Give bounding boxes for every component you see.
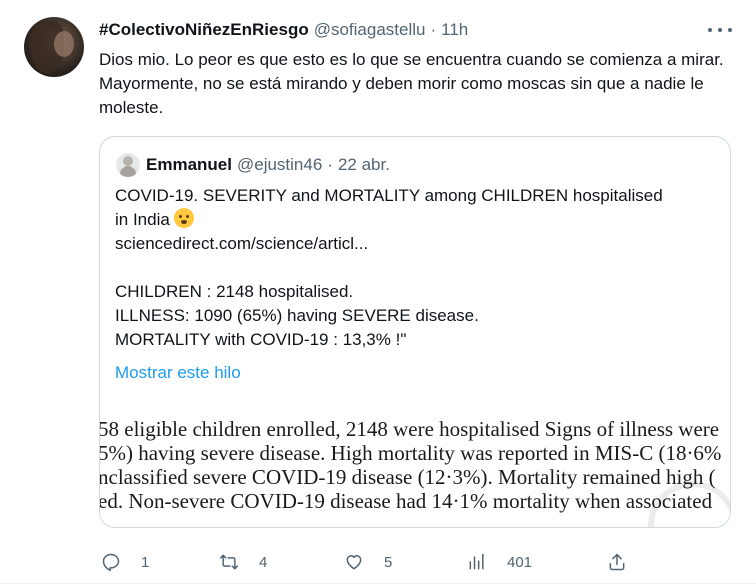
- quoted-line: COVID-19. SEVERITY and MORTALITY among C…: [115, 186, 663, 205]
- like-button[interactable]: 5: [344, 548, 392, 576]
- views-button[interactable]: 401: [467, 548, 532, 576]
- reply-count: 1: [141, 553, 150, 571]
- more-options-icon[interactable]: [708, 22, 732, 38]
- action-bar: 1 4 5 401: [99, 548, 739, 576]
- display-name[interactable]: #ColectivoNiñezEnRiesgo: [99, 20, 309, 40]
- quoted-timestamp: 22 abr.: [337, 155, 390, 174]
- quoted-handle: @ejustin46: [236, 155, 323, 174]
- quoted-image[interactable]: 58 eligible children enrolled, 2148 were…: [100, 403, 730, 527]
- reply-icon: [102, 553, 120, 572]
- heart-icon: [346, 555, 362, 570]
- quoted-line: [115, 256, 719, 280]
- share-button[interactable]: [607, 548, 627, 576]
- reply-button[interactable]: 1: [101, 548, 149, 576]
- separator-dot: ·: [327, 155, 333, 174]
- retweet-count: 4: [259, 553, 268, 571]
- quoted-line: MORTALITY with COVID-19 : 13,3% !": [115, 330, 407, 349]
- anxious-face-icon: [173, 208, 194, 228]
- avatar[interactable]: [24, 17, 84, 77]
- quoted-text: COVID-19. SEVERITY and MORTALITY among C…: [115, 184, 719, 352]
- quoted-line: ILLNESS: 1090 (65%) having SEVERE diseas…: [115, 306, 479, 325]
- quoted-display-name: Emmanuel: [146, 155, 232, 174]
- retweet-button[interactable]: 4: [219, 548, 267, 576]
- quoted-line: sciencedirect.com/science/articl...: [115, 234, 369, 253]
- image-text-line: 5%) having severe disease. High mortalit…: [100, 441, 722, 465]
- image-text-line: ed. Non-severe COVID-19 disease had 14·1…: [100, 489, 713, 513]
- quoted-avatar[interactable]: [116, 153, 140, 177]
- quoted-line: in India: [115, 208, 719, 232]
- like-count: 5: [384, 553, 393, 571]
- user-handle[interactable]: @sofiagastellu: [314, 20, 426, 40]
- retweet-icon: [219, 554, 239, 570]
- views-count: 401: [507, 553, 533, 571]
- quoted-line: CHILDREN : 2148 hospitalised.: [115, 282, 354, 301]
- share-icon: [609, 553, 625, 571]
- show-thread-link[interactable]: Mostrar este hilo: [115, 363, 241, 383]
- timestamp[interactable]: 11h: [441, 20, 468, 40]
- tweet-text: Dios mio. Lo peor es que esto es lo que …: [99, 50, 724, 117]
- views-icon: [469, 553, 484, 570]
- tweet[interactable]: #ColectivoNiñezEnRiesgo @sofiagastellu ·…: [0, 0, 756, 584]
- separator-dot: ·: [430, 20, 437, 39]
- image-text-line: nclassified severe COVID-19 disease (12·…: [100, 465, 716, 489]
- image-text-line: 58 eligible children enrolled, 2148 were…: [100, 417, 720, 441]
- quoted-header: Emmanuel @ejustin46 · 22 abr.: [146, 154, 390, 176]
- avatar-face: [54, 31, 74, 57]
- tweet-header: #ColectivoNiñezEnRiesgo @sofiagastellu ·…: [99, 19, 468, 41]
- quoted-tweet[interactable]: Emmanuel @ejustin46 · 22 abr. COVID-19. …: [99, 136, 731, 528]
